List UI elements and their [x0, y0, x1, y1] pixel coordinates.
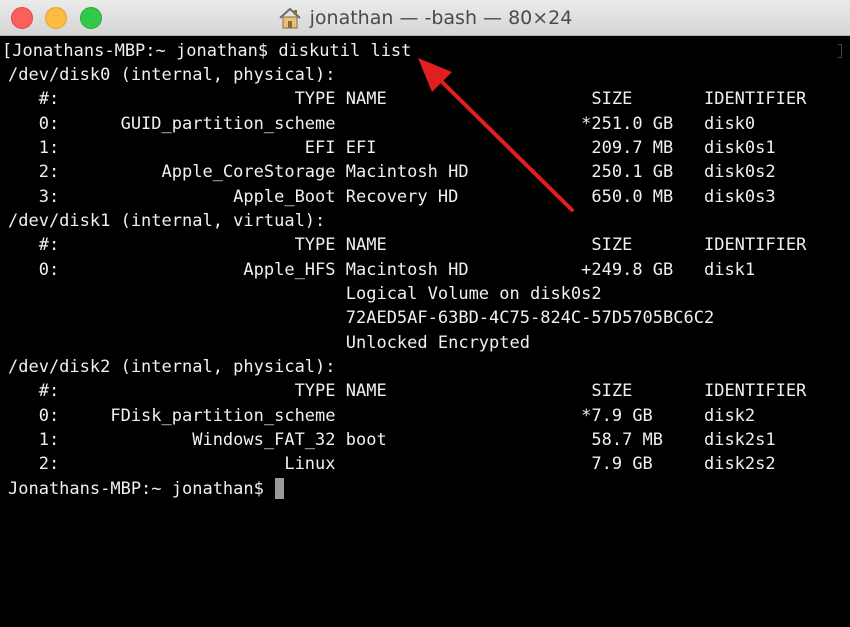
scroll-marker [838, 44, 842, 58]
terminal-line: Unlocked Encrypted [8, 333, 530, 353]
terminal-line: [Jonathans-MBP:~ jonathan$ diskutil list [2, 41, 412, 61]
terminal-line: /dev/disk0 (internal, physical): [8, 65, 336, 85]
terminal-line: #: TYPE NAME SIZE IDENTIFIER [8, 381, 807, 401]
terminal-output[interactable]: [Jonathans-MBP:~ jonathan$ diskutil list… [0, 36, 850, 627]
terminal-line: 3: Apple_Boot Recovery HD 650.0 MB disk0… [8, 187, 776, 207]
terminal-line: #: TYPE NAME SIZE IDENTIFIER [8, 235, 807, 255]
terminal-window: jonathan — -bash — 80×24 [Jonathans-MBP:… [0, 0, 850, 627]
prompt-line[interactable]: Jonathans-MBP:~ jonathan$ [8, 477, 285, 501]
terminal-line: 2: Apple_CoreStorage Macintosh HD 250.1 … [8, 162, 776, 182]
text-cursor [275, 478, 285, 499]
terminal-line: 2: Linux 7.9 GB disk2s2 [8, 454, 776, 474]
terminal-line: /dev/disk1 (internal, virtual): [8, 211, 326, 231]
terminal-line: /dev/disk2 (internal, physical): [8, 357, 336, 377]
window-title: jonathan — -bash — 80×24 [309, 7, 573, 29]
window-title-group: jonathan — -bash — 80×24 [0, 0, 850, 36]
terminal-line: 0: FDisk_partition_scheme *7.9 GB disk2 [8, 406, 756, 426]
terminal-line: 0: GUID_partition_scheme *251.0 GB disk0 [8, 114, 756, 134]
terminal-line: #: TYPE NAME SIZE IDENTIFIER [8, 89, 807, 109]
terminal-line: 72AED5AF-63BD-4C75-824C-57D5705BC6C2 [8, 308, 715, 328]
title-bar[interactable]: jonathan — -bash — 80×24 [0, 0, 850, 36]
home-icon [278, 7, 301, 29]
terminal-line: Logical Volume on disk0s2 [8, 284, 602, 304]
terminal-line: 1: EFI EFI 209.7 MB disk0s1 [8, 138, 776, 158]
terminal-line: 1: Windows_FAT_32 boot 58.7 MB disk2s1 [8, 430, 776, 450]
terminal-line: 0: Apple_HFS Macintosh HD +249.8 GB disk… [8, 260, 756, 280]
shell-prompt: Jonathans-MBP:~ jonathan$ [8, 479, 275, 499]
